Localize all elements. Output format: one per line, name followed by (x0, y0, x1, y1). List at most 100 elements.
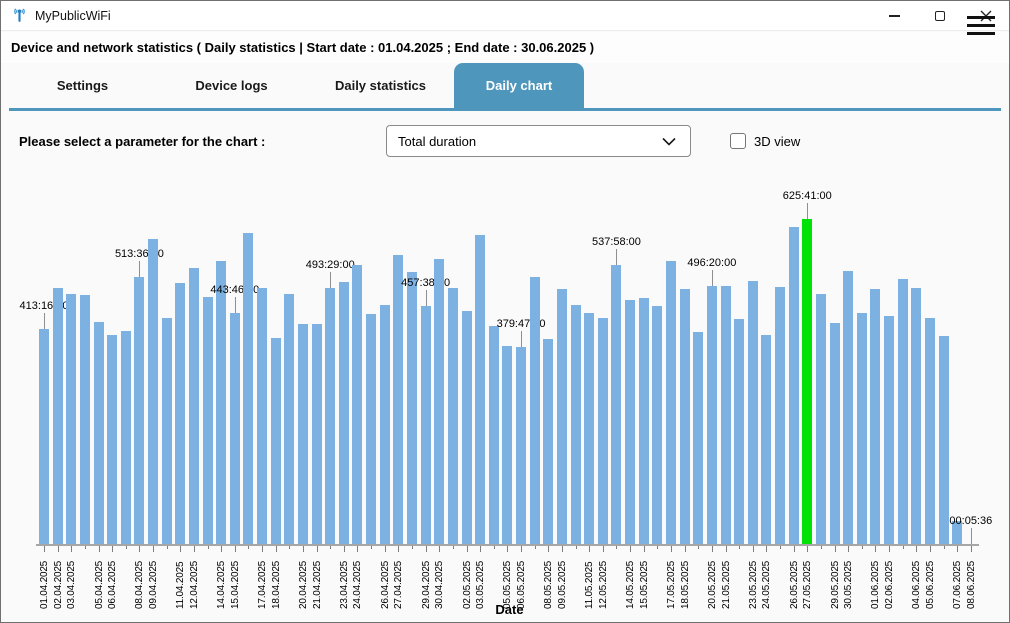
bar-chart: 413:16:00513:36:00443:46:00493:29:00457:… (39, 219, 980, 544)
chart-bar[interactable] (911, 288, 921, 544)
3d-view-label: 3D view (754, 134, 800, 149)
chart-bar[interactable] (203, 297, 213, 544)
bar-value-label: 00:05:36 (929, 515, 1010, 527)
chart-bar[interactable] (516, 347, 526, 544)
chart-bar[interactable] (652, 306, 662, 544)
statistics-header: Device and network statistics ( Daily st… (1, 32, 1009, 63)
chart-bar[interactable] (775, 287, 785, 544)
chart-bar[interactable] (680, 289, 690, 544)
chart-bar[interactable] (925, 318, 935, 544)
hamburger-menu-button[interactable] (967, 16, 995, 35)
maximize-button[interactable] (917, 1, 963, 31)
value-leader-line (807, 203, 808, 219)
chart-bar[interactable] (462, 311, 472, 544)
value-leader-line (235, 297, 236, 313)
chart-bar[interactable] (230, 313, 240, 544)
chart-bar[interactable] (870, 289, 880, 544)
chart-bar[interactable] (557, 289, 567, 544)
chart-bar[interactable] (189, 268, 199, 544)
chart-bar[interactable] (80, 295, 90, 544)
parameter-dropdown[interactable]: Total duration (386, 125, 691, 157)
chart-bar[interactable] (339, 282, 349, 544)
page-title: Device and network statistics ( Daily st… (11, 40, 594, 55)
3d-view-checkbox[interactable] (730, 133, 746, 149)
chart-bar[interactable] (625, 300, 635, 544)
value-leader-line (139, 261, 140, 277)
chart-bar[interactable] (421, 306, 431, 544)
chart-bar[interactable] (843, 271, 853, 544)
chart-bar[interactable] (598, 318, 608, 544)
chart-bar[interactable] (748, 281, 758, 544)
chart-bar[interactable] (39, 329, 49, 544)
chart-bar[interactable] (94, 322, 104, 544)
chart-bar[interactable] (639, 298, 649, 544)
chart-bar[interactable] (366, 314, 376, 544)
tab-daily-chart[interactable]: Daily chart (454, 63, 584, 108)
chart-bar[interactable] (543, 339, 553, 544)
chart-bar[interactable] (761, 335, 771, 544)
chart-bar-highlighted[interactable] (802, 219, 812, 544)
chart-bar[interactable] (666, 261, 676, 544)
chart-bar[interactable] (707, 286, 717, 544)
tab-settings[interactable]: Settings (8, 63, 157, 108)
bar-value-label: 513:36:00 (97, 248, 181, 260)
value-leader-line (616, 249, 617, 265)
chart-bar[interactable] (830, 323, 840, 544)
tab-daily-statistics[interactable]: Daily statistics (306, 63, 455, 108)
chart-bar[interactable] (134, 277, 144, 544)
chart-bar[interactable] (816, 294, 826, 544)
chart-bar[interactable] (312, 324, 322, 544)
chart-bar[interactable] (502, 346, 512, 544)
chart-bar[interactable] (298, 324, 308, 544)
bar-value-label: 625:41:00 (765, 190, 849, 202)
chart-bar[interactable] (257, 288, 267, 544)
value-leader-line (712, 270, 713, 286)
app-window: MyPublicWiFi Device and network statisti… (0, 0, 1010, 623)
chart-bar[interactable] (884, 316, 894, 544)
chart-bar[interactable] (693, 332, 703, 544)
parameter-label: Please select a parameter for the chart … (19, 134, 265, 149)
chart-bar[interactable] (407, 272, 417, 544)
chart-bar[interactable] (489, 326, 499, 544)
chart-bar[interactable] (475, 235, 485, 544)
chart-bar[interactable] (734, 319, 744, 544)
chart-bar[interactable] (352, 265, 362, 544)
value-leader-line (521, 331, 522, 347)
tab-underline (9, 108, 1001, 111)
chart-bar[interactable] (216, 261, 226, 544)
chart-bar[interactable] (121, 331, 131, 544)
chart-bar[interactable] (939, 336, 949, 544)
chart-bar[interactable] (162, 318, 172, 544)
chart-bar[interactable] (325, 288, 335, 544)
chart-bar[interactable] (175, 283, 185, 544)
chart-bar[interactable] (53, 288, 63, 544)
maximize-icon (935, 11, 945, 21)
chart-bar[interactable] (857, 313, 867, 544)
minimize-button[interactable] (871, 1, 917, 31)
chart-bar[interactable] (721, 286, 731, 544)
chart-bar[interactable] (448, 288, 458, 544)
chart-bar[interactable] (243, 233, 253, 544)
chart-bar[interactable] (584, 313, 594, 544)
chart-bar[interactable] (271, 338, 281, 544)
chart-bar[interactable] (571, 305, 581, 544)
chart-bar[interactable] (107, 335, 117, 544)
title-bar: MyPublicWiFi (1, 1, 1009, 31)
chevron-down-icon (662, 137, 676, 146)
chart-bar[interactable] (434, 259, 444, 544)
chart-bar[interactable] (380, 305, 390, 544)
parameter-dropdown-value: Total duration (398, 134, 662, 149)
chart-bar[interactable] (530, 277, 540, 544)
x-axis-title: Date (39, 602, 980, 617)
chart-bar[interactable] (66, 294, 76, 544)
bar-value-label: 537:58:00 (574, 236, 658, 248)
chart-bar[interactable] (898, 279, 908, 544)
tab-device-logs[interactable]: Device logs (157, 63, 306, 108)
chart-bar[interactable] (789, 227, 799, 544)
chart-bar[interactable] (148, 239, 158, 544)
chart-bar[interactable] (393, 255, 403, 544)
chart-bar[interactable] (611, 265, 621, 544)
chart-bar[interactable] (284, 294, 294, 544)
value-leader-line (44, 313, 45, 329)
value-leader-line (426, 290, 427, 306)
